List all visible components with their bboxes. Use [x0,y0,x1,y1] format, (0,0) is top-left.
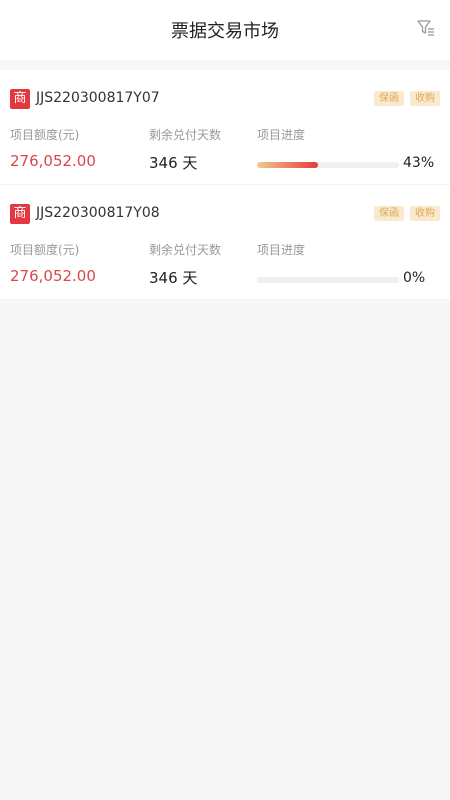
days-label: 剩余兑付天数 [149,243,222,257]
progress-fill [257,162,319,168]
tag-acquisition: 收购 [410,206,440,221]
filter-icon [416,18,436,42]
tag-acquisition: 收购 [410,91,440,106]
bill-card[interactable]: 商 JJS220300817Y07 保函 收购 项目额度(元) 剩余兑付天数 项… [0,70,450,185]
progress-percent: 0% [403,270,426,286]
progress-label: 项目进度 [257,128,306,142]
commercial-badge: 商 [10,204,30,224]
days-label: 剩余兑付天数 [149,128,222,142]
page-title: 票据交易市场 [171,21,279,42]
commercial-badge: 商 [10,89,30,109]
days-value: 346 天 [149,154,198,172]
days-value: 346 天 [149,269,198,287]
progress-label: 项目进度 [257,243,306,257]
filter-button[interactable] [414,18,438,42]
bill-card[interactable]: 商 JJS220300817Y08 保函 收购 项目额度(元) 剩余兑付天数 项… [0,185,450,300]
app-header: 票据交易市场 [0,0,450,60]
amount-value: 276,052.00 [10,267,96,285]
tag-group: 保函 收购 [374,91,440,106]
progress-bar [257,162,399,168]
bill-code: JJS220300817Y08 [36,205,160,221]
amount-label: 项目额度(元) [10,128,80,142]
bill-list: 商 JJS220300817Y07 保函 收购 项目额度(元) 剩余兑付天数 项… [0,70,450,300]
tag-guarantee: 保函 [374,91,404,106]
progress-percent: 43% [403,155,435,171]
tag-guarantee: 保函 [374,206,404,221]
amount-value: 276,052.00 [10,152,96,170]
bill-code: JJS220300817Y07 [36,90,160,106]
amount-label: 项目额度(元) [10,243,80,257]
progress-bar [257,277,399,283]
tag-group: 保函 收购 [374,206,440,221]
